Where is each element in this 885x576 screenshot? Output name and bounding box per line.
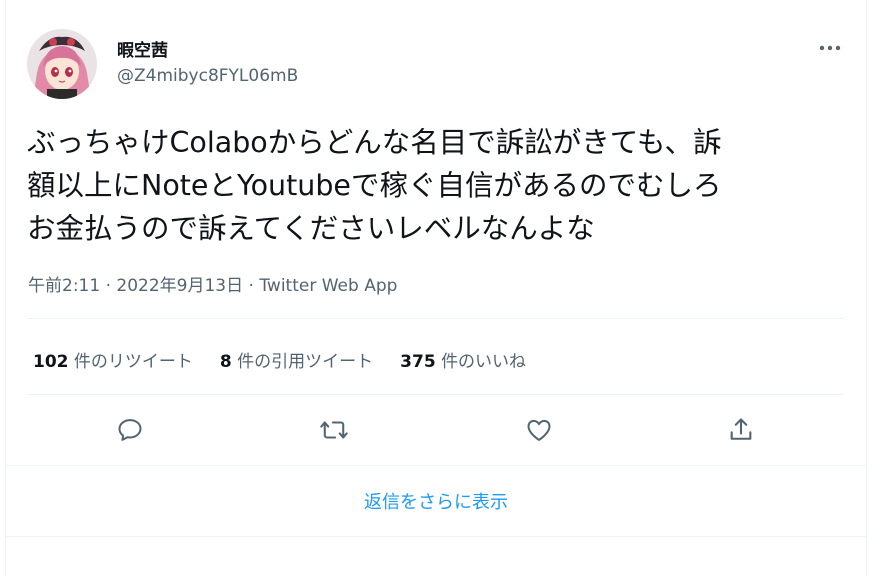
action-bar [27,408,844,452]
more-icon [819,45,841,51]
show-more-replies-link[interactable]: 返信をさらに表示 [5,466,867,536]
retweets-count: 102 [33,352,69,372]
retweets-label: 件のリツイート [73,352,193,372]
like-button[interactable] [517,408,561,452]
tweet-meta: 午前2:11 · 2022年9月13日 · Twitter Web App [28,271,397,296]
user-handle[interactable]: @Z4mibyc8FYL06mB [117,66,298,86]
tweet-stats: 102 件のリツイート 8 件の引用ツイート 375 件のいいね [33,347,553,372]
more-options-button[interactable] [812,36,848,60]
display-name[interactable]: 暇空茜 [117,36,168,61]
quotes-count: 8 [219,352,232,372]
divider [27,394,844,395]
retweet-icon [320,421,348,439]
share-icon [730,418,752,440]
avatar[interactable] [27,29,97,99]
share-button[interactable] [719,408,763,452]
likes-label: 件のいいね [441,352,527,372]
retweets-stat[interactable]: 102 件のリツイート [33,347,193,372]
tweet-date[interactable]: 2022年9月13日 [116,276,243,296]
meta-separator: · [105,276,111,296]
retweet-button[interactable] [312,408,356,452]
divider [27,318,844,319]
quotes-stat[interactable]: 8 件の引用ツイート [220,347,373,372]
quotes-label: 件の引用ツイート [237,352,374,372]
avatar-image [27,29,97,99]
like-icon [527,419,551,441]
likes-count: 375 [400,352,436,372]
reply-button[interactable] [108,408,152,452]
tweet-source[interactable]: Twitter Web App [259,276,397,296]
likes-stat[interactable]: 375 件のいいね [400,347,526,372]
tweet-text: ぶっちゃけColaboからどんな名目で訴訟がきても、訴 額以上にNoteとYou… [27,126,722,245]
meta-separator: · [248,276,254,296]
reply-icon [118,419,142,441]
divider [5,536,867,537]
tweet-time[interactable]: 午前2:11 [28,276,100,296]
